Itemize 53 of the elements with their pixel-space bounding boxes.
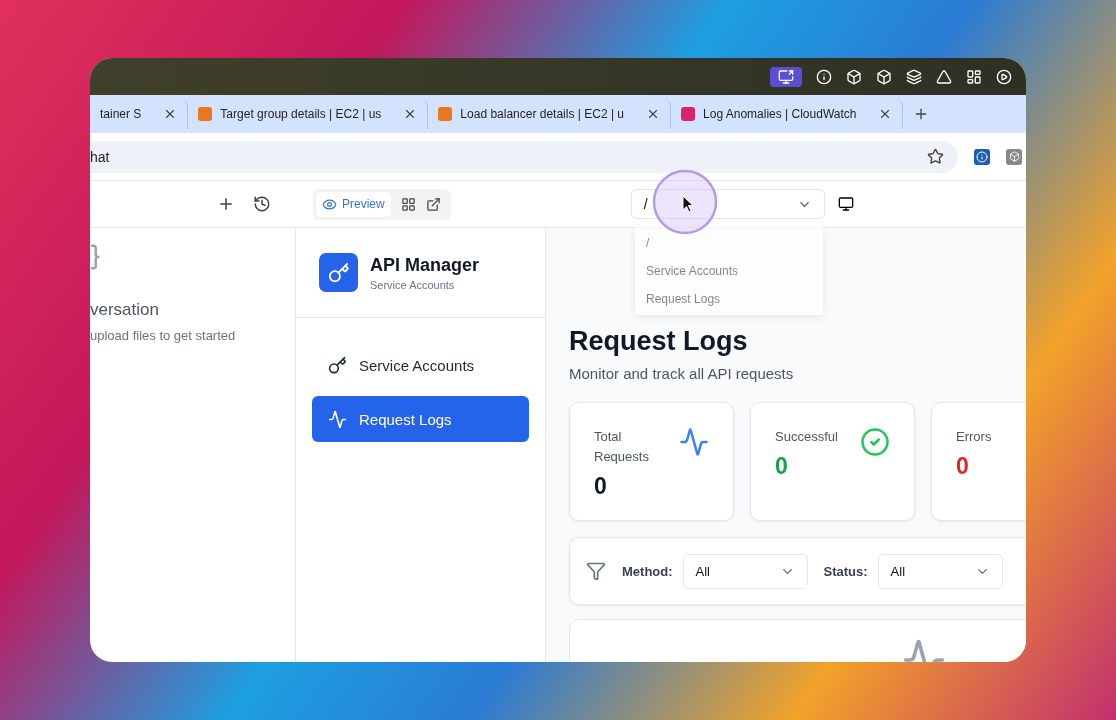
layers-icon[interactable]	[906, 68, 922, 85]
path-select[interactable]: /	[630, 189, 825, 219]
nav-item[interactable]: Request Logs	[312, 396, 529, 442]
cursor-highlight-drawing	[652, 169, 718, 235]
app-subtitle: Service Accounts	[370, 278, 456, 291]
key-logo-icon	[319, 253, 358, 292]
plus-icon[interactable]	[217, 195, 235, 213]
stat-value: 0	[594, 473, 608, 500]
stat-label: Total Requests	[594, 428, 650, 466]
activity-icon	[328, 409, 347, 429]
history-icon[interactable]	[253, 195, 271, 213]
app-name: API Manager	[370, 254, 480, 276]
star-icon[interactable]	[927, 148, 944, 165]
menu-item[interactable]: Request Logs	[635, 285, 732, 313]
empty-hint: upload files to get started	[90, 328, 237, 343]
screen-share-icon[interactable]	[770, 66, 802, 87]
dashboard-icon[interactable]	[966, 68, 982, 85]
page-title: Request Logs	[569, 326, 748, 357]
extension-icon[interactable]	[1006, 148, 1022, 165]
browser-tab[interactable]: Load balancer details | EC2 | u	[428, 99, 672, 129]
browser-tab[interactable]: Target group details | EC2 | us	[188, 99, 429, 129]
filter-select[interactable]: All	[682, 553, 808, 589]
browser-tab[interactable]: Log Anomalies | CloudWatch	[671, 99, 904, 129]
triangle-icon[interactable]	[936, 68, 952, 85]
external-link-icon[interactable]	[425, 196, 441, 212]
nav-item[interactable]: Service Accounts	[312, 342, 529, 388]
key-icon	[328, 355, 347, 375]
cube-icon[interactable]	[876, 68, 892, 85]
filter-select[interactable]: All	[877, 553, 1003, 589]
stat-label: Errors	[956, 428, 993, 446]
favicon-icon	[438, 107, 453, 121]
play-icon[interactable]	[996, 68, 1012, 85]
eye-icon	[322, 196, 337, 212]
stat-value: 0	[956, 453, 970, 480]
empty-title: versation	[90, 300, 160, 320]
grid-icon[interactable]	[400, 196, 416, 212]
favicon-icon	[198, 107, 213, 121]
menu-item[interactable]: Service Accounts	[635, 257, 750, 285]
check-circle-icon	[860, 427, 890, 457]
browser-tab[interactable]: tainer S	[90, 99, 189, 129]
page-subtitle: Monitor and track all API requests	[569, 365, 794, 382]
stat-label: Successful	[775, 428, 839, 446]
favicon-icon	[681, 107, 696, 121]
stat-value: 0	[775, 453, 789, 480]
address-bar[interactable]: hat	[90, 140, 958, 173]
activity-icon	[679, 427, 709, 457]
filter-label: Method:	[622, 563, 673, 579]
preview-button[interactable]: Preview	[316, 191, 391, 217]
info-icon[interactable]	[816, 68, 832, 85]
extension-icon[interactable]	[974, 148, 990, 165]
filter-icon	[586, 561, 606, 581]
menu-item[interactable]: /	[635, 229, 661, 257]
filter-label: Status:	[823, 563, 868, 579]
